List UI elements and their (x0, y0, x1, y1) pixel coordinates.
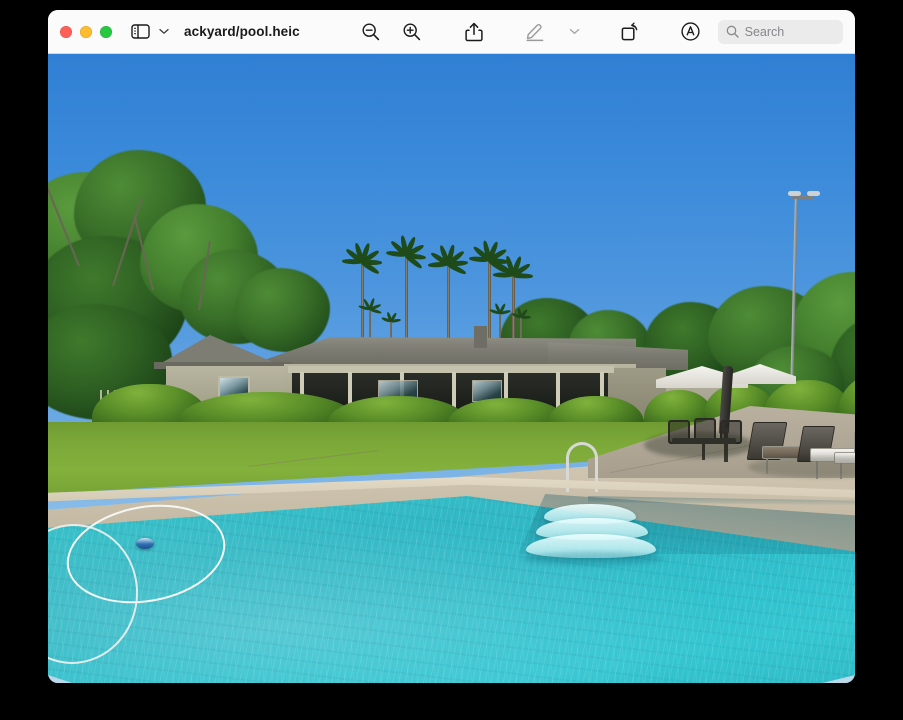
image-canvas[interactable] (48, 54, 855, 683)
house-gable-roof (158, 335, 280, 365)
rotate-icon[interactable] (617, 19, 643, 45)
zoom-out-icon[interactable] (358, 19, 383, 45)
porch-fascia (288, 366, 614, 373)
maximize-button[interactable] (100, 25, 112, 38)
minimize-button[interactable] (80, 25, 92, 38)
search-placeholder: Search (744, 24, 785, 39)
street-light-lamp-left (788, 191, 801, 196)
document-title: ackyard/pool.heic (184, 24, 300, 39)
annotate-icon[interactable] (677, 19, 704, 45)
house-chimney (474, 326, 487, 348)
traffic-lights (60, 25, 112, 38)
toolbar-tools (358, 19, 704, 45)
close-button[interactable] (60, 25, 72, 38)
markup-pen-icon[interactable] (522, 19, 548, 45)
zoom-in-icon[interactable] (399, 19, 424, 45)
search-icon (726, 25, 739, 38)
sidebar-view-icon[interactable] (128, 19, 153, 45)
sidebar-toggle-group[interactable] (128, 19, 172, 45)
street-light-lamp-right (807, 191, 820, 196)
pool-hose-float (136, 538, 154, 549)
window-toolbar: ackyard/pool.heic Search (48, 10, 855, 54)
street-light-arm (792, 196, 814, 199)
patio-shadow (644, 432, 754, 458)
share-icon[interactable] (462, 19, 486, 45)
chevron-down-icon[interactable] (156, 19, 172, 45)
search-field[interactable]: Search (717, 19, 843, 44)
pool-step-shadow (522, 552, 664, 566)
markup-chevron-down-icon[interactable] (566, 19, 583, 45)
preview-window: ackyard/pool.heic Search (48, 10, 855, 683)
